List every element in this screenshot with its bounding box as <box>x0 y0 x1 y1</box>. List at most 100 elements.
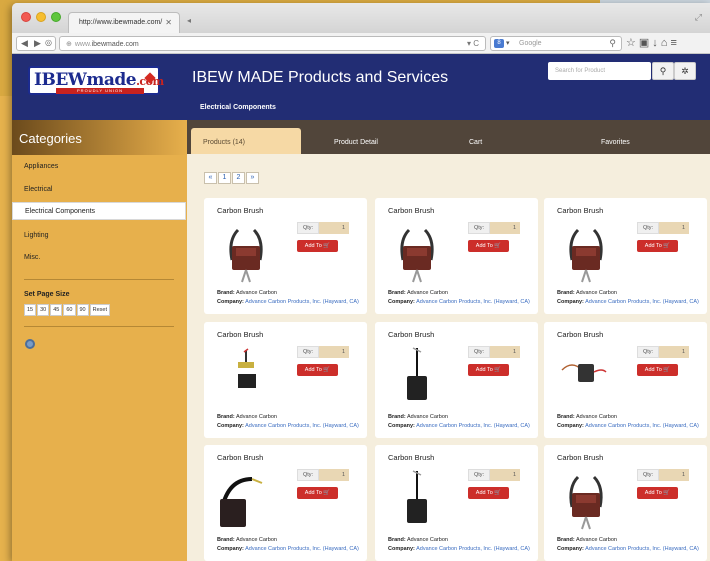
add-to-cart-button[interactable]: Add To 🛒 <box>637 364 678 376</box>
sidebar-item-misc[interactable]: Misc. <box>12 249 187 267</box>
product-title[interactable]: Carbon Brush <box>388 330 434 339</box>
browser-tab[interactable]: http://www.ibewmade.com/ ✕ <box>68 12 180 33</box>
product-title[interactable]: Carbon Brush <box>557 330 603 339</box>
quantity-field[interactable]: Qty: 1 <box>637 346 689 358</box>
reading-list-icon[interactable]: ▣ <box>639 37 652 49</box>
quantity-value[interactable]: 1 <box>513 225 516 231</box>
product-title[interactable]: Carbon Brush <box>388 206 434 215</box>
sidebar-item-lighting[interactable]: Lighting <box>12 227 187 245</box>
add-to-cart-button[interactable]: Add To 🛒 <box>637 487 678 499</box>
engine-dropdown-icon[interactable]: ▾ <box>506 39 510 47</box>
quantity-field[interactable]: Qty: 1 <box>468 222 520 234</box>
page-size-90[interactable]: 90 <box>76 304 89 316</box>
product-card[interactable]: Carbon Brush Qty: 1 Add To 🛒 Brand: Advance … <box>375 322 538 438</box>
quantity-field[interactable]: Qty: 1 <box>297 346 349 358</box>
minimize-window-icon[interactable] <box>36 12 46 22</box>
product-image[interactable] <box>556 222 616 284</box>
product-card[interactable]: Carbon Brush Qty: 1 Add To 🛒 Brand: Advance … <box>544 198 707 314</box>
product-card[interactable]: Carbon Brush Qty: 1 Add To 🛒 Brand: Advance … <box>204 322 367 438</box>
browser-search-field[interactable]: 8 ▾ Google ⚲ <box>490 36 622 51</box>
product-image[interactable] <box>387 469 447 531</box>
reload-icon[interactable]: ▾ C <box>467 39 479 48</box>
quantity-field[interactable]: Qty: 1 <box>297 222 349 234</box>
page-size-15[interactable]: 15 <box>24 304 37 316</box>
product-image[interactable] <box>216 469 276 531</box>
back-arrow-icon[interactable]: ◀ <box>21 38 28 49</box>
forward-arrow-icon[interactable]: ▶ <box>34 38 41 49</box>
quantity-value[interactable]: 1 <box>682 225 685 231</box>
page-size-30[interactable]: 30 <box>37 304 50 316</box>
pager-page-1[interactable]: 1 <box>218 172 231 184</box>
page-size-reset[interactable]: Reset <box>89 304 110 316</box>
quantity-field[interactable]: Qty: 1 <box>637 222 689 234</box>
quantity-value[interactable]: 1 <box>342 349 345 355</box>
sidebar-item-electrical-components[interactable]: Electrical Components <box>12 202 186 220</box>
product-card[interactable]: Carbon Brush Qty: 1 Add To 🛒 Brand: Advance … <box>204 445 367 561</box>
product-title[interactable]: Carbon Brush <box>217 206 263 215</box>
search-engine-icon[interactable]: 8 <box>494 39 504 48</box>
address-bar[interactable]: ⊕ www.ibewmade.com ▾ C <box>59 36 486 51</box>
quantity-value[interactable]: 1 <box>342 225 345 231</box>
quantity-value[interactable]: 1 <box>682 349 685 355</box>
search-icon[interactable]: ⚲ <box>609 38 616 49</box>
tab-products[interactable]: Products (14) <box>191 128 301 154</box>
product-title[interactable]: Carbon Brush <box>217 330 263 339</box>
quantity-field[interactable]: Qty: 1 <box>297 469 349 481</box>
product-title[interactable]: Carbon Brush <box>557 206 603 215</box>
pager-last[interactable]: » <box>246 172 259 184</box>
company-link[interactable]: Advance Carbon Products, Inc. (Hayward, … <box>416 423 530 429</box>
quantity-field[interactable]: Qty: 1 <box>637 469 689 481</box>
download-icon[interactable]: ↓ <box>652 37 661 49</box>
product-image[interactable] <box>556 469 616 531</box>
new-tab-icon[interactable]: ◂ <box>187 16 191 25</box>
pager-first[interactable]: « <box>204 172 217 184</box>
quantity-value[interactable]: 1 <box>513 349 516 355</box>
product-title[interactable]: Carbon Brush <box>557 453 603 462</box>
company-link[interactable]: Advance Carbon Products, Inc. (Hayward, … <box>585 423 699 429</box>
add-to-cart-button[interactable]: Add To 🛒 <box>637 240 678 252</box>
tab-cart[interactable]: Cart <box>469 139 482 146</box>
tab-close-icon[interactable]: ✕ <box>165 18 172 27</box>
add-to-cart-button[interactable]: Add To 🛒 <box>468 240 509 252</box>
product-card[interactable]: Carbon Brush Qty: 1 Add To 🛒 Brand: Advance … <box>544 322 707 438</box>
product-image[interactable] <box>387 346 447 408</box>
quantity-value[interactable]: 1 <box>682 472 685 478</box>
product-title[interactable]: Carbon Brush <box>388 453 434 462</box>
tab-product-detail[interactable]: Product Detail <box>334 139 378 146</box>
company-link[interactable]: Advance Carbon Products, Inc. (Hayward, … <box>245 546 359 552</box>
company-link[interactable]: Advance Carbon Products, Inc. (Hayward, … <box>585 546 699 552</box>
company-link[interactable]: Advance Carbon Products, Inc. (Hayward, … <box>245 423 359 429</box>
tab-favorites[interactable]: Favorites <box>601 139 630 146</box>
quantity-field[interactable]: Qty: 1 <box>468 346 520 358</box>
sidebar-item-electrical[interactable]: Electrical <box>12 181 187 199</box>
company-link[interactable]: Advance Carbon Products, Inc. (Hayward, … <box>245 299 359 305</box>
home-icon[interactable]: ⌂ <box>661 37 671 49</box>
bookmark-star-icon[interactable]: ☆ <box>626 37 639 49</box>
quantity-field[interactable]: Qty: 1 <box>468 469 520 481</box>
quantity-value[interactable]: 1 <box>342 472 345 478</box>
close-window-icon[interactable] <box>21 12 31 22</box>
sidebar-item-appliances[interactable]: Appliances <box>12 158 187 176</box>
company-link[interactable]: Advance Carbon Products, Inc. (Hayward, … <box>416 546 530 552</box>
product-image[interactable] <box>556 346 616 408</box>
gear-icon[interactable] <box>25 339 35 349</box>
page-size-45[interactable]: 45 <box>50 304 63 316</box>
settings-gear-button[interactable]: ✲ <box>674 62 696 80</box>
product-card[interactable]: Carbon Brush Qty: 1 Add To 🛒 Brand: Advance … <box>375 198 538 314</box>
quantity-value[interactable]: 1 <box>513 472 516 478</box>
add-to-cart-button[interactable]: Add To 🛒 <box>468 364 509 376</box>
add-to-cart-button[interactable]: Add To 🛒 <box>468 487 509 499</box>
product-image[interactable] <box>387 222 447 284</box>
company-link[interactable]: Advance Carbon Products, Inc. (Hayward, … <box>416 299 530 305</box>
zoom-window-icon[interactable] <box>51 12 61 22</box>
search-button[interactable]: ⚲ <box>652 62 674 80</box>
history-icon[interactable]: ◎ <box>45 38 52 47</box>
fullscreen-icon[interactable]: ⤢ <box>695 12 702 23</box>
product-card[interactable]: Carbon Brush Qty: 1 Add To 🛒 Brand: Advance … <box>544 445 707 561</box>
menu-icon[interactable]: ≡ <box>670 37 679 49</box>
product-image[interactable] <box>216 346 276 408</box>
product-search-input[interactable]: Search for Product <box>548 62 651 80</box>
company-link[interactable]: Advance Carbon Products, Inc. (Hayward, … <box>585 299 699 305</box>
product-card[interactable]: Carbon Brush Qty: 1 Add To 🛒 Brand: Advance … <box>375 445 538 561</box>
site-logo[interactable]: IBEWmade.com PROUDLY UNION <box>28 66 164 95</box>
